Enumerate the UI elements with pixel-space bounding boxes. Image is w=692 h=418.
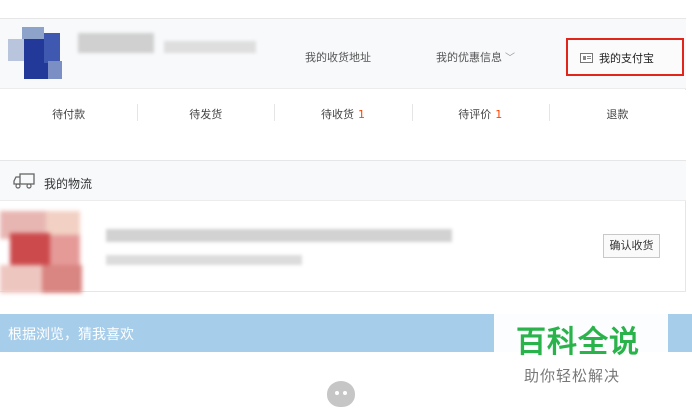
account-info-blurred — [164, 41, 256, 53]
watermark-title: 百科全说 — [516, 325, 640, 360]
alipay-highlight-box: 我的支付宝 — [566, 38, 684, 76]
watermark-subtitle: 助你轻松解决 — [524, 367, 621, 385]
tab-pending-review[interactable]: 待评价 1 — [411, 104, 549, 122]
loading-mascot-icon — [327, 381, 355, 407]
confirm-receipt-button[interactable]: 确认收货 — [603, 234, 660, 258]
coupon-link-label: 我的优惠信息 — [436, 51, 502, 64]
truck-icon — [13, 173, 35, 189]
recommendation-title: 根据浏览，猜我喜欢 — [8, 327, 134, 343]
alipay-link-label: 我的支付宝 — [599, 52, 654, 65]
tab-pending-payment[interactable]: 待付款 — [0, 106, 137, 122]
coupon-link[interactable]: 我的优惠信息 ﹀ — [436, 49, 515, 65]
tab-label: 待评价 — [458, 108, 492, 121]
product-thumbnail[interactable] — [0, 211, 92, 293]
logistics-header: 我的物流 — [0, 161, 686, 201]
tab-pending-shipment[interactable]: 待发货 — [137, 104, 274, 122]
profile-header: 我的收货地址 我的优惠信息 ﹀ 我的支付宝 — [0, 19, 686, 89]
thumb-pixel — [0, 265, 42, 293]
tab-label: 退款 — [606, 108, 629, 121]
username-blurred — [78, 33, 154, 53]
thumb-pixel — [50, 235, 80, 265]
profile-panel: 我的收货地址 我的优惠信息 ﹀ 我的支付宝 待付款 待发货 待收货 1 待评价 1 退… — [0, 18, 686, 138]
tab-refund[interactable]: 退款 — [548, 104, 686, 122]
tab-pending-receipt[interactable]: 待收货 1 — [274, 104, 411, 122]
watermark: 百科全说 助你轻松解决 — [494, 313, 668, 393]
order-status-tabs: 待付款 待发货 待收货 1 待评价 1 退款 — [0, 90, 686, 138]
alipay-card-icon — [580, 53, 593, 63]
product-title-blurred — [106, 229, 452, 242]
logistics-status-blurred — [106, 255, 302, 265]
logistics-title: 我的物流 — [44, 177, 93, 191]
avatar-pixel — [44, 33, 60, 63]
tab-label: 待发货 — [189, 108, 223, 121]
count-badge: 1 — [495, 108, 503, 121]
tab-label: 待付款 — [52, 108, 86, 121]
avatar-pixel — [48, 61, 62, 79]
tab-label: 待收货 — [321, 108, 354, 121]
alipay-link[interactable]: 我的支付宝 — [580, 50, 654, 66]
thumb-pixel — [10, 233, 50, 267]
count-badge: 1 — [358, 108, 365, 121]
address-link-label: 我的收货地址 — [305, 51, 371, 64]
avatar[interactable] — [8, 27, 64, 79]
address-link[interactable]: 我的收货地址 — [305, 49, 371, 65]
logistics-panel: 我的物流 确认收货 — [0, 160, 686, 293]
thumb-pixel — [42, 265, 82, 293]
chevron-down-icon: ﹀ — [505, 53, 515, 64]
